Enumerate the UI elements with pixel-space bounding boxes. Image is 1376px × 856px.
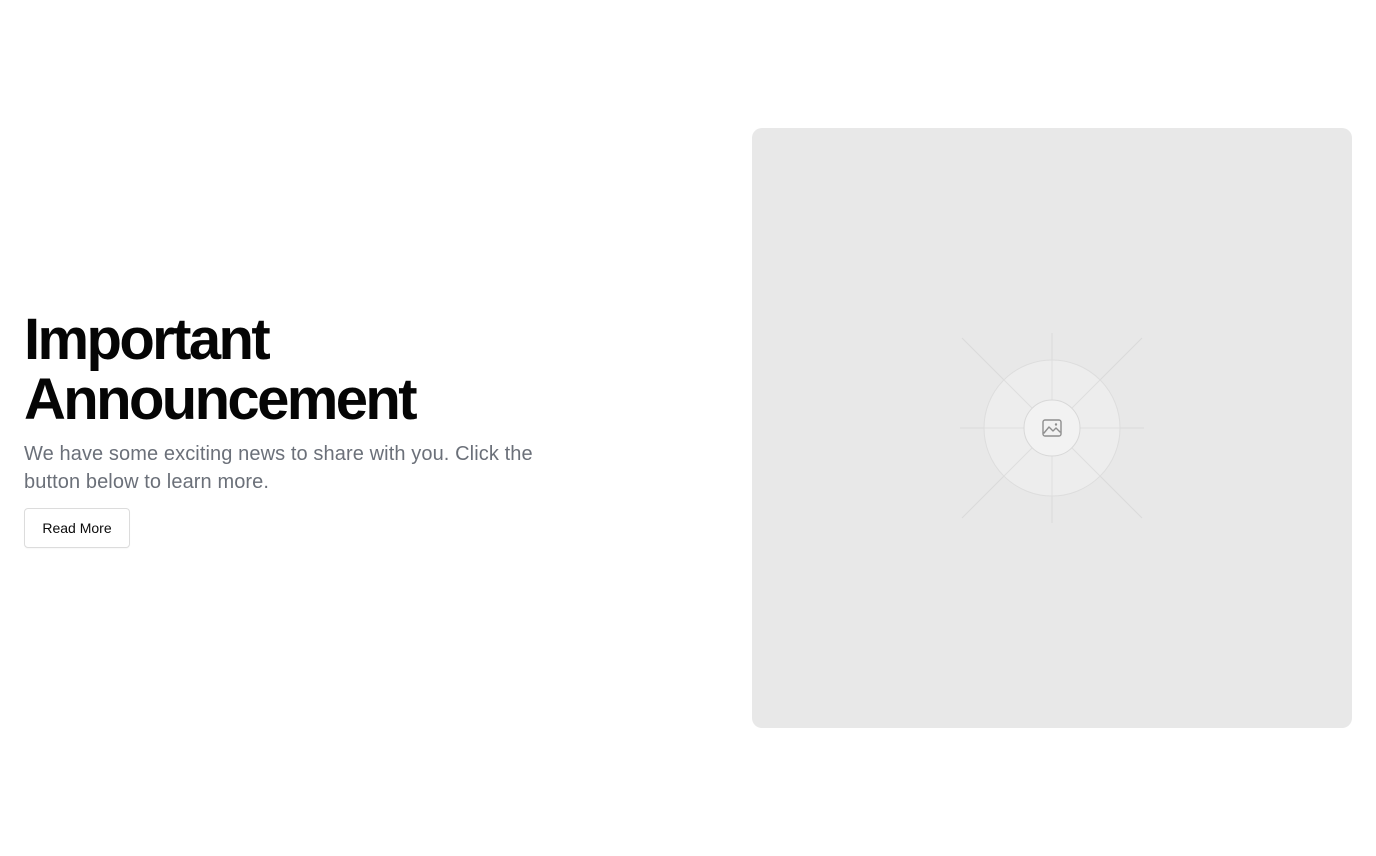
hero-section: Important Announcement We have some exci… [0, 0, 1376, 856]
hero-title-line-1: Important [24, 307, 271, 372]
read-more-button[interactable]: Read More [24, 508, 130, 548]
hero-title-line-2: Announcement [24, 367, 418, 432]
hero-text-column: Important Announcement We have some exci… [24, 310, 624, 496]
hero-image-placeholder [752, 128, 1352, 728]
hero-title: Important Announcement [24, 310, 624, 430]
placeholder-inner-circle [1023, 399, 1081, 457]
placeholder-graphic [960, 333, 1144, 523]
hero-subtitle: We have some exciting news to share with… [24, 443, 533, 493]
